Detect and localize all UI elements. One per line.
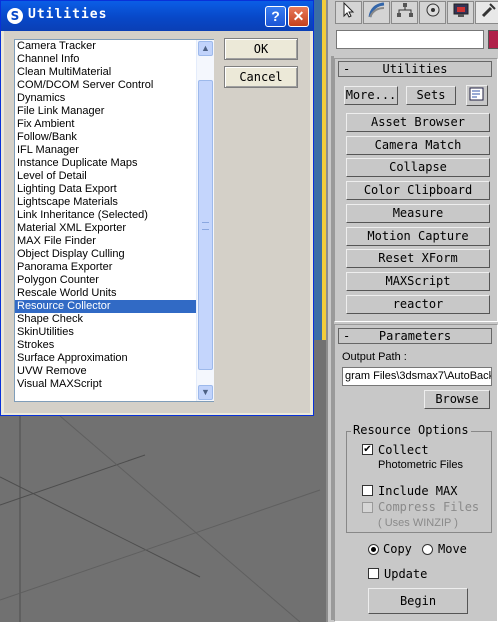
- more-button[interactable]: More...: [344, 86, 398, 105]
- dialog-title: Utilities: [28, 7, 108, 22]
- utilities-dialog: S Utilities ? ✕ Camera Tracker Channel In…: [0, 0, 314, 416]
- list-item[interactable]: UVW Remove: [15, 365, 196, 378]
- close-button[interactable]: ✕: [288, 6, 309, 27]
- command-panel: Utilities - More... Sets Asset Browser C…: [326, 0, 498, 622]
- cancel-button[interactable]: Cancel: [224, 66, 298, 88]
- scroll-down-icon[interactable]: ▼: [198, 385, 213, 400]
- output-path-label: Output Path :: [342, 351, 407, 363]
- object-name-field[interactable]: [336, 30, 484, 49]
- output-path-field[interactable]: gram Files\3dsmax7\AutoBack: [342, 367, 492, 386]
- dialog-titlebar[interactable]: S Utilities ? ✕: [1, 1, 313, 31]
- list-item[interactable]: Polygon Counter: [15, 274, 196, 287]
- display-tab-icon[interactable]: [447, 1, 474, 24]
- list-item[interactable]: Strokes: [15, 339, 196, 352]
- scroll-thumb[interactable]: [198, 80, 213, 370]
- utilities-listbox[interactable]: Camera Tracker Channel Info Clean MultiMat…: [14, 39, 214, 402]
- list-item[interactable]: Fix Ambient: [15, 118, 196, 131]
- reset-xform-button[interactable]: Reset XForm: [346, 249, 490, 268]
- ok-button[interactable]: OK: [224, 38, 298, 60]
- collect-label: Collect: [378, 443, 429, 457]
- list-item[interactable]: Visual MAXScript: [15, 378, 196, 391]
- list-item[interactable]: Lighting Data Export: [15, 183, 196, 196]
- list-item[interactable]: Link Inheritance (Selected): [15, 209, 196, 222]
- collect-sub-label: Photometric Files: [378, 459, 463, 471]
- compress-files-label: Compress Files: [378, 500, 480, 514]
- copy-label: Copy: [383, 542, 412, 556]
- parameters-rollout-title: Parameters: [378, 329, 452, 343]
- move-label: Move: [438, 542, 467, 556]
- compress-sub-label: ( Uses WINZIP ): [378, 517, 458, 529]
- utilities-tab-icon[interactable]: [475, 1, 498, 24]
- list-item[interactable]: IFL Manager: [15, 144, 196, 157]
- command-panel-tabs: [334, 0, 498, 26]
- list-item[interactable]: Instance Duplicate Maps: [15, 157, 196, 170]
- app-logo-icon: S: [7, 8, 23, 24]
- list-item[interactable]: SkinUtilities: [15, 326, 196, 339]
- collapse-button[interactable]: Collapse: [346, 158, 490, 177]
- camera-match-button[interactable]: Camera Match: [346, 136, 490, 155]
- configure-sets-icon[interactable]: [466, 85, 488, 106]
- modify-tab-icon[interactable]: [363, 1, 390, 24]
- list-item[interactable]: Resource Collector: [15, 300, 196, 313]
- list-item[interactable]: Material XML Exporter: [15, 222, 196, 235]
- checkmark-icon: ✔: [363, 444, 372, 455]
- list-item[interactable]: COM/DCOM Server Control: [15, 79, 196, 92]
- dialog-body: Camera Tracker Channel Info Clean MultiMat…: [4, 31, 310, 413]
- list-item[interactable]: Object Display Culling: [15, 248, 196, 261]
- motion-tab-icon[interactable]: [419, 1, 446, 24]
- resource-options-label: Resource Options: [351, 423, 471, 437]
- reactor-button[interactable]: reactor: [346, 295, 490, 314]
- utilities-list: Camera Tracker Channel Info Clean MultiMat…: [15, 40, 196, 401]
- list-item[interactable]: Dynamics: [15, 92, 196, 105]
- copy-radio[interactable]: [368, 544, 379, 555]
- compress-files-checkbox[interactable]: [362, 502, 373, 513]
- sets-button[interactable]: Sets: [406, 86, 456, 105]
- list-item[interactable]: Lightscape Materials: [15, 196, 196, 209]
- hierarchy-tab-icon[interactable]: [391, 1, 418, 24]
- list-item[interactable]: Camera Tracker: [15, 40, 196, 53]
- create-tab-icon[interactable]: [335, 1, 362, 24]
- list-scrollbar[interactable]: ▲ ▼: [196, 40, 214, 401]
- parameters-rollout-header[interactable]: Parameters -: [338, 328, 492, 344]
- color-clipboard-button[interactable]: Color Clipboard: [346, 181, 490, 200]
- collapse-icon: -: [343, 329, 351, 343]
- measure-button[interactable]: Measure: [346, 204, 490, 223]
- browse-button[interactable]: Browse: [424, 390, 490, 409]
- move-radio[interactable]: [422, 544, 433, 555]
- utilities-rollout-title: Utilities: [382, 62, 448, 76]
- maxscript-button[interactable]: MAXScript: [346, 272, 490, 291]
- asset-browser-button[interactable]: Asset Browser: [346, 113, 490, 132]
- list-item[interactable]: Surface Approximation: [15, 352, 196, 365]
- list-item[interactable]: File Link Manager: [15, 105, 196, 118]
- list-item[interactable]: Level of Detail: [15, 170, 196, 183]
- collect-checkbox[interactable]: ✔: [362, 444, 373, 455]
- help-button[interactable]: ?: [265, 6, 286, 27]
- utilities-rollout-header[interactable]: Utilities -: [338, 61, 492, 77]
- motion-capture-button[interactable]: Motion Capture: [346, 227, 490, 246]
- include-max-label: Include MAX: [378, 484, 458, 498]
- begin-button[interactable]: Begin: [368, 588, 468, 614]
- list-item[interactable]: MAX File Finder: [15, 235, 196, 248]
- list-item[interactable]: Rescale World Units: [15, 287, 196, 300]
- update-checkbox[interactable]: [368, 568, 379, 579]
- list-item[interactable]: Shape Check: [15, 313, 196, 326]
- grip-icon: [202, 222, 209, 230]
- list-item[interactable]: Panorama Exporter: [15, 261, 196, 274]
- object-color-swatch[interactable]: [488, 30, 498, 49]
- scroll-up-icon[interactable]: ▲: [198, 41, 213, 56]
- list-item[interactable]: Clean MultiMaterial: [15, 66, 196, 79]
- update-label: Update: [384, 567, 428, 581]
- include-max-checkbox[interactable]: [362, 485, 373, 496]
- list-item[interactable]: Channel Info: [15, 53, 196, 66]
- list-item[interactable]: Follow/Bank: [15, 131, 196, 144]
- collapse-icon: -: [343, 62, 351, 76]
